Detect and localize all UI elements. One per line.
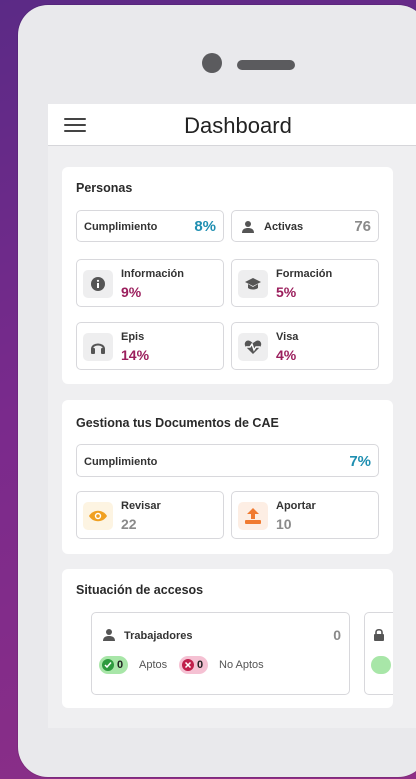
documentos-cumplimiento-label: Cumplimiento	[84, 456, 158, 468]
aportar-value: 10	[276, 516, 292, 532]
documentos-cumplimiento-value: 7%	[349, 453, 371, 470]
page-title: Dashboard	[184, 113, 292, 138]
info-icon	[83, 270, 113, 298]
no-aptos-label: No Aptos	[219, 659, 264, 671]
personas-card: Personas Cumplimiento 8% Activas 76 Info…	[62, 167, 393, 384]
epis-value: 14%	[121, 347, 150, 363]
activas-value: 76	[354, 218, 371, 235]
eye-icon	[83, 502, 113, 530]
phone-frame: Dashboard Personas Cumplimiento 8% Activ…	[18, 5, 416, 777]
formacion-value: 5%	[276, 284, 297, 300]
user-icon	[242, 221, 254, 233]
partial-badge	[371, 656, 391, 674]
tile-formacion[interactable]: Formación 5%	[231, 259, 379, 307]
trabajadores-count: 0	[333, 627, 341, 643]
aptos-badge: 0	[99, 656, 129, 674]
personas-title: Personas	[76, 181, 133, 195]
app-screen: Dashboard Personas Cumplimiento 8% Activ…	[48, 104, 416, 728]
visa-label: Visa	[276, 331, 299, 343]
visa-value: 4%	[276, 347, 297, 363]
informacion-value: 9%	[121, 284, 142, 300]
activas-label: Activas	[264, 221, 304, 233]
next-access-card-partial[interactable]	[364, 612, 393, 695]
revisar-value: 22	[121, 516, 137, 532]
tile-aportar[interactable]: Aportar 10	[231, 491, 379, 539]
documentos-title: Gestiona tus Documentos de CAE	[76, 416, 279, 430]
accesos-title: Situación de accesos	[76, 583, 204, 597]
informacion-label: Información	[121, 268, 184, 280]
aptos-count: 0	[117, 659, 124, 671]
app-bar: Dashboard	[48, 104, 416, 146]
documentos-card: Gestiona tus Documentos de CAE Cumplimie…	[62, 400, 393, 554]
headphones-icon	[83, 333, 113, 361]
cumplimiento-value: 8%	[194, 218, 216, 235]
trabajadores-label: Trabajadores	[124, 630, 193, 642]
revisar-label: Revisar	[121, 500, 161, 512]
accesos-card: Situación de accesos Trabajadores 0 0 Ap…	[62, 569, 393, 708]
upload-icon	[238, 502, 268, 530]
aptos-label: Aptos	[139, 659, 168, 671]
user-icon	[103, 629, 115, 641]
tile-informacion[interactable]: Información 9%	[76, 259, 224, 307]
trabajadores-card[interactable]: Trabajadores 0 0 Aptos 0 No Aptos	[91, 612, 350, 695]
tile-revisar[interactable]: Revisar 22	[76, 491, 224, 539]
speaker-slot	[237, 60, 295, 70]
camera-dot	[202, 53, 222, 73]
documentos-cumplimiento-box[interactable]: Cumplimiento 7%	[76, 444, 379, 477]
epis-label: Epis	[121, 331, 145, 343]
personas-cumplimiento-box[interactable]: Cumplimiento 8%	[76, 210, 224, 242]
tile-visa[interactable]: Visa 4%	[231, 322, 379, 370]
check-icon	[102, 659, 114, 671]
cumplimiento-label: Cumplimiento	[84, 221, 158, 233]
heart-pulse-icon	[238, 333, 268, 361]
aportar-label: Aportar	[276, 500, 316, 512]
personas-activas-box[interactable]: Activas 76	[231, 210, 379, 242]
formacion-label: Formación	[276, 268, 333, 280]
x-icon	[182, 659, 194, 671]
no-aptos-count: 0	[197, 659, 204, 671]
tile-epis[interactable]: Epis 14%	[76, 322, 224, 370]
graduation-cap-icon	[238, 270, 268, 298]
lock-icon	[374, 628, 384, 641]
no-aptos-badge: 0	[179, 656, 209, 674]
